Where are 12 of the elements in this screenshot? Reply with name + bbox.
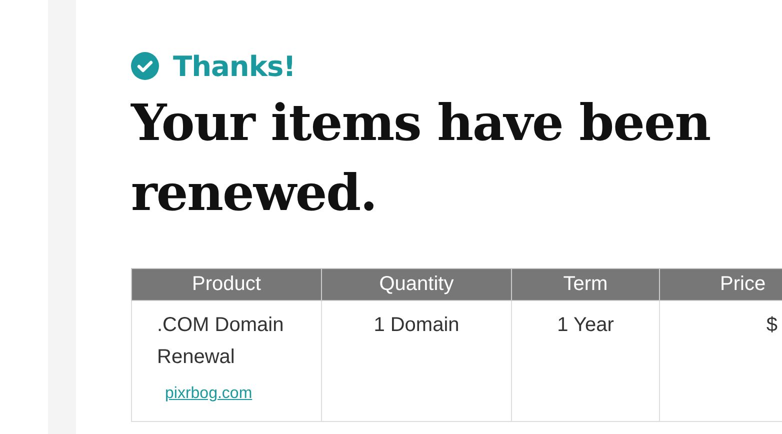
column-header: Product <box>132 268 322 300</box>
domain-link[interactable]: pixrbog.com <box>165 385 321 403</box>
price-cell: $ <box>766 314 778 336</box>
table-cell: 1 Domain <box>374 314 460 336</box>
column-header: Quantity <box>322 268 512 300</box>
check-circle-icon <box>131 52 159 80</box>
column-header: Term <box>512 268 660 300</box>
thanks-label: Thanks! <box>173 50 296 82</box>
page-heading: Your items have been renewed. <box>131 92 712 224</box>
column-header: Price <box>660 268 782 300</box>
product-name: .COM Domain Renewal <box>157 313 285 370</box>
table-cell: 1 Year <box>557 314 614 336</box>
